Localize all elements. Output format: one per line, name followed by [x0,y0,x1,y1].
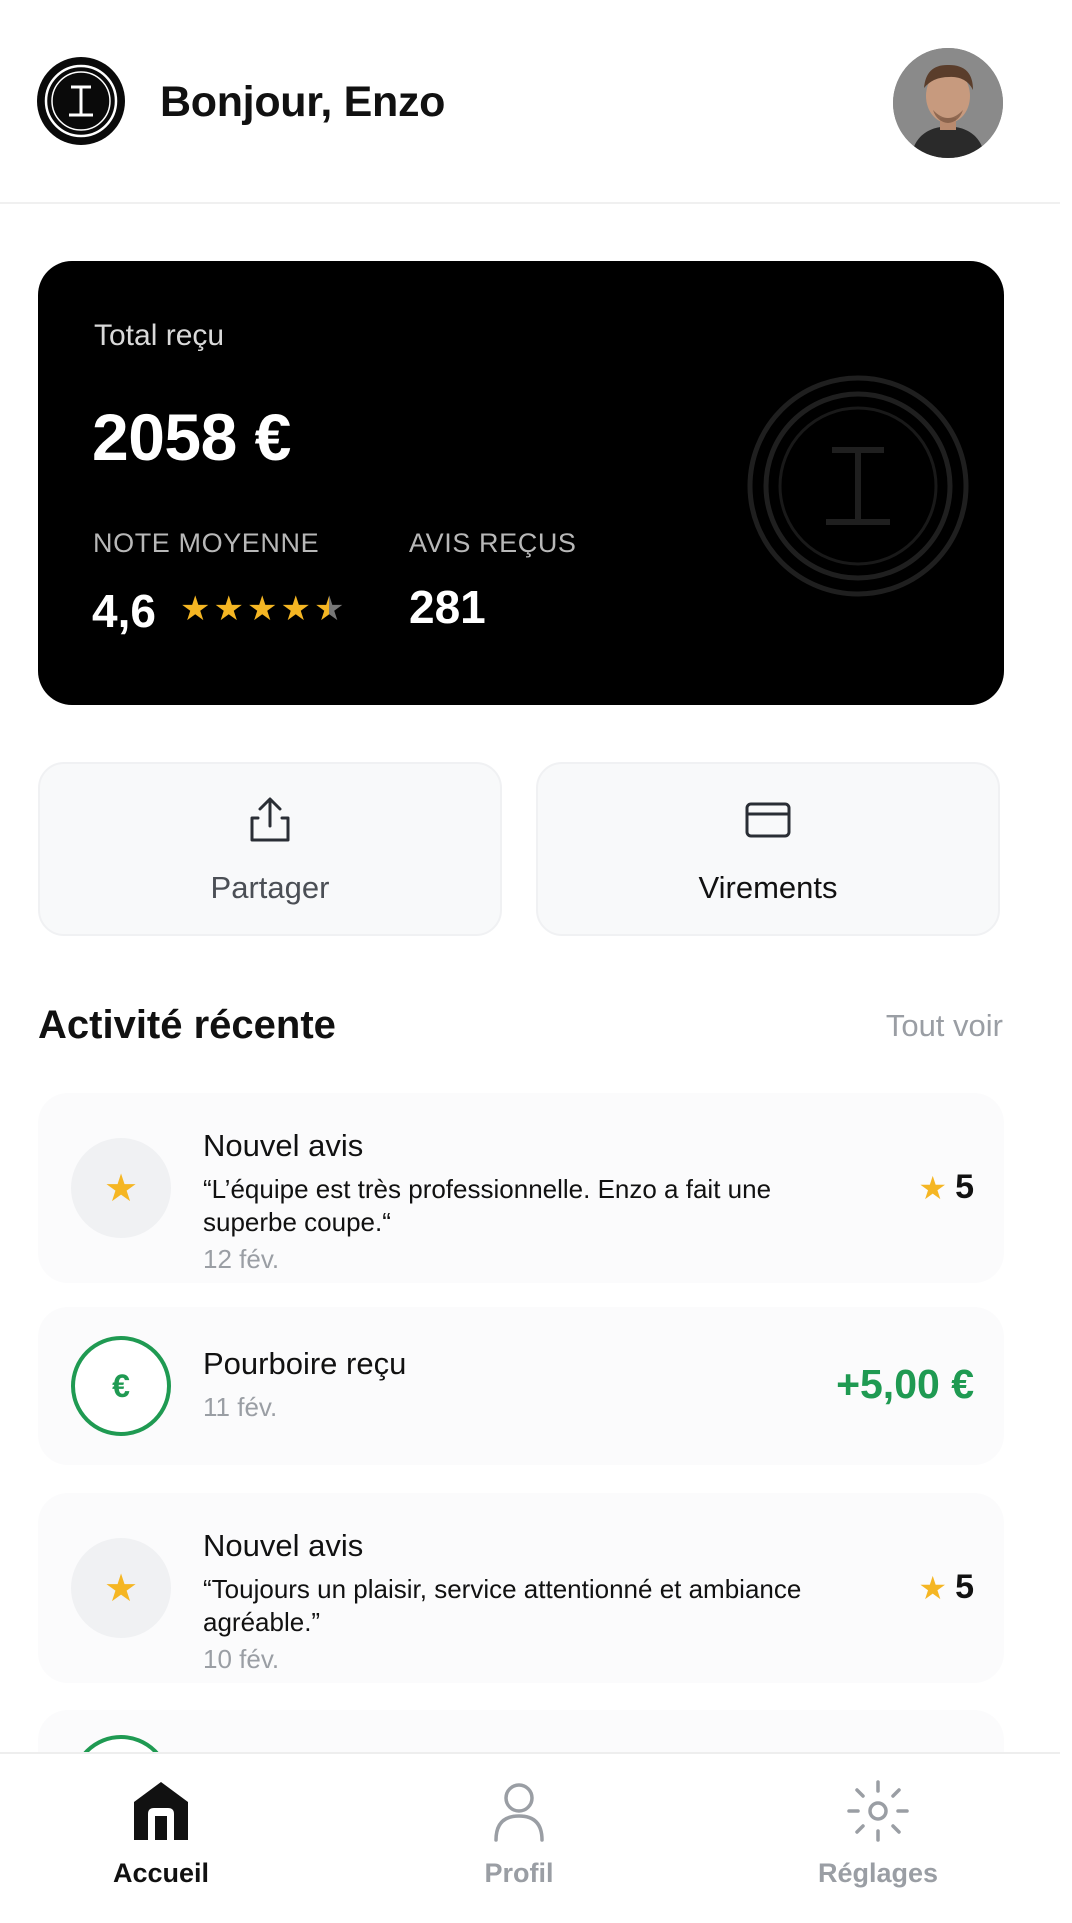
half-star-icon: ★ [313,590,345,628]
home-icon [128,1778,194,1844]
earnings-summary-card: Total reçu 2058 € NOTE MOYENNE AVIS REÇU… [38,261,1004,705]
rating-stars: ★ ★ ★ ★ ★ [180,589,344,629]
star-icon: ★ [103,1567,139,1610]
nav-settings[interactable]: Réglages [778,1754,978,1923]
total-received-label: Total reçu [94,319,225,352]
star-icon: ★ [103,1167,139,1210]
euro-icon: € [112,1367,130,1404]
star-icon: ★ [280,590,311,628]
star-icon: ★ [246,590,278,628]
reviews-count-value: 281 [409,581,486,633]
total-received-value: 2058 € [92,400,291,474]
star-icon: ★ [213,590,244,628]
star-icon: ★ [918,1169,948,1206]
settings-icon [845,1778,911,1844]
card-icon [742,794,794,846]
see-all-link[interactable]: Tout voir [886,1008,1003,1044]
share-icon [244,794,296,846]
transfers-button[interactable]: Virements [536,762,1000,936]
brand-watermark-icon [746,374,970,598]
review-score-value: 5 [955,1168,974,1206]
star-icon: ★ [918,1569,948,1606]
nav-profile-label: Profil [484,1858,554,1888]
review-quote: “L’équipe est très professionnelle. Enzo… [203,1174,772,1237]
share-label: Partager [210,870,330,905]
app-header: Bonjour, Enzo [0,0,1060,204]
review-score: ★ 5 [918,1568,974,1607]
transfers-label: Virements [698,870,838,905]
bottom-navigation: Accueil Profil Réglages [0,1752,1060,1923]
activity-item[interactable]: ★ Nouvel avis “Toujours un plaisir, serv… [38,1493,1004,1683]
nav-home-label: Accueil [112,1858,210,1888]
nav-home[interactable]: Accueil [61,1754,261,1923]
share-button[interactable]: Partager [38,762,502,936]
nav-profile[interactable]: Profil [419,1754,619,1923]
activity-title: Nouvel avis [203,1128,364,1163]
recent-activity-title: Activité récente [38,1003,336,1047]
user-icon [486,1778,552,1844]
tip-badge: € [71,1336,171,1436]
greeting-title: Bonjour, Enzo [160,78,446,126]
tip-amount: +5,00 € [836,1361,974,1407]
average-rating-value: 4,6 [92,585,156,637]
review-badge: ★ [71,1538,171,1638]
activity-title: Pourboire reçu [203,1346,407,1381]
star-icon: ★ [180,590,211,628]
activity-item[interactable]: ★ Nouvel avis “L’équipe est très profess… [38,1093,1004,1283]
review-badge: ★ [71,1138,171,1238]
user-avatar[interactable] [893,48,1003,158]
activity-date: 10 fév. [203,1644,280,1674]
review-quote: “Toujours un plaisir, service attentionn… [203,1574,802,1637]
average-rating-label: NOTE MOYENNE [93,528,320,558]
review-score-value: 5 [955,1568,974,1606]
activity-date: 12 fév. [203,1244,280,1274]
reviews-count-label: AVIS REÇUS [409,528,577,558]
activity-title: Nouvel avis [203,1528,364,1563]
review-score: ★ 5 [918,1168,974,1207]
brand-logo-icon[interactable] [37,57,125,145]
activity-date: 11 fév. [203,1392,278,1422]
activity-item[interactable]: € Pourboire reçu 11 fév. +5,00 € [38,1307,1004,1465]
nav-settings-label: Réglages [817,1858,939,1888]
